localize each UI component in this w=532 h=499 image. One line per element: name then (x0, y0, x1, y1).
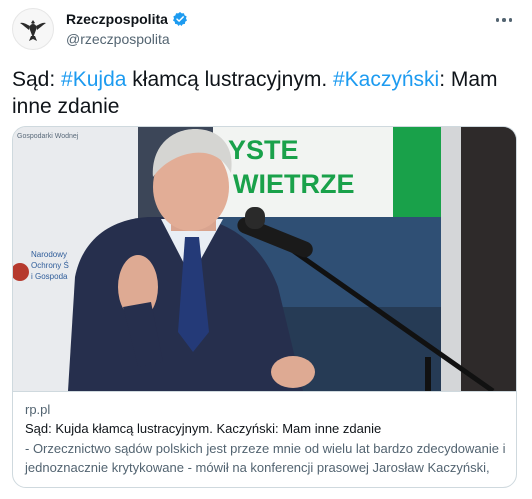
card-meta: rp.pl Sąd: Kujda kłamcą lustracyjnym. Ka… (13, 391, 516, 487)
sign-text: Ochrony Ś (31, 261, 69, 270)
hashtag-link[interactable]: #Kujda (61, 68, 126, 91)
more-dot-icon (502, 18, 506, 22)
sign-text: i Gospoda (31, 272, 68, 281)
author-display-name[interactable]: Rzeczpospolita (66, 11, 168, 27)
tweet-text-segment: kłamcą lustracyjnym. (126, 68, 333, 91)
eagle-logo-icon (20, 20, 46, 41)
author-name-row: Rzeczpospolita (66, 11, 188, 27)
card-domain: rp.pl (25, 402, 51, 417)
link-preview-card[interactable]: YSTE WIETRZE Gospodarki Wodnej Narodowy … (12, 126, 517, 488)
tweet-text-segment: Sąd: (12, 68, 62, 91)
more-options-button[interactable] (490, 6, 518, 34)
author-handle[interactable]: @rzeczpospolita (66, 31, 170, 47)
hashtag-link[interactable]: #Kaczyński (333, 68, 439, 91)
tweet: Rzeczpospolita @rzeczpospolita Sąd: #Kuj… (0, 0, 532, 499)
verified-badge-icon (172, 12, 187, 26)
card-description: - Orzecznictwo sądów polskich jest przez… (25, 441, 506, 475)
banner-text: YSTE (228, 135, 299, 165)
more-dot-icon (508, 18, 513, 22)
sign-text: Gospodarki Wodnej (17, 133, 79, 140)
avatar[interactable] (12, 8, 54, 50)
card-title[interactable]: Sąd: Kujda kłamcą lustracyjnym. Kaczyńsk… (25, 420, 506, 438)
more-dot-icon (495, 18, 500, 22)
tweet-text: Sąd: #Kujda kłamcą lustracyjnym. #Kaczyń… (12, 66, 512, 120)
card-image[interactable]: YSTE WIETRZE Gospodarki Wodnej Narodowy … (13, 127, 517, 391)
sign-text: Narodowy (31, 250, 67, 259)
banner-text: WIETRZE (233, 169, 355, 199)
